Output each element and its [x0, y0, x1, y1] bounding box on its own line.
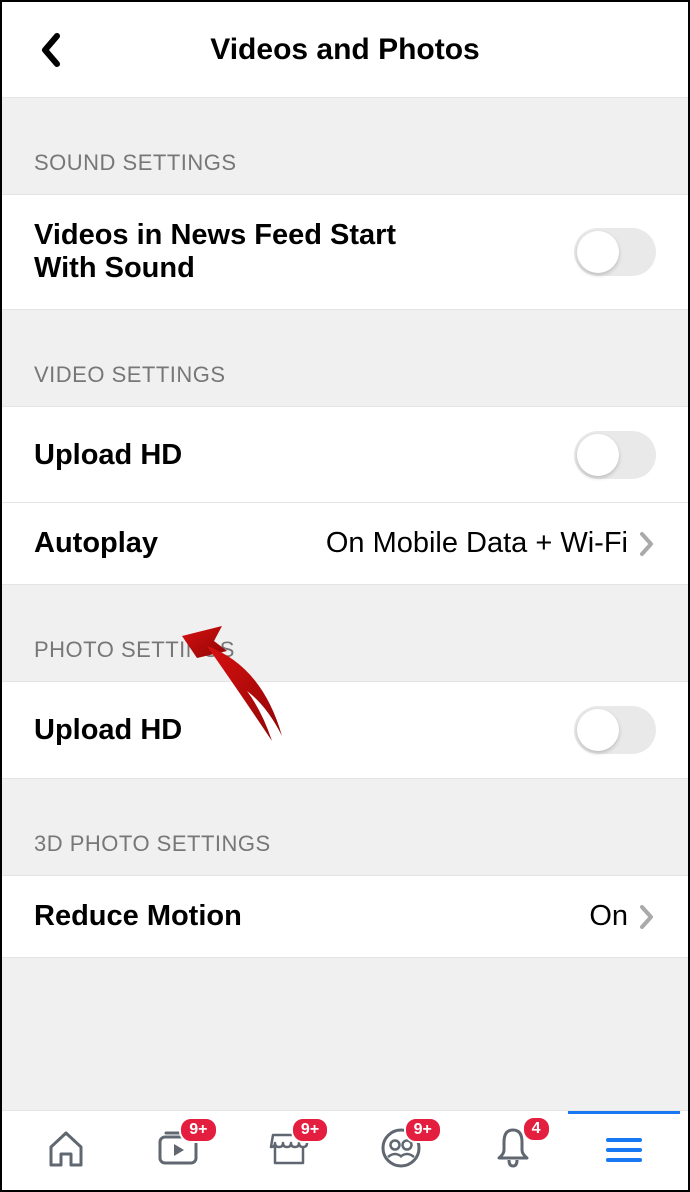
toggle-video-upload-hd[interactable] [574, 431, 656, 479]
row-video-upload-hd[interactable]: Upload HD [2, 406, 688, 503]
toggle-videos-sound[interactable] [574, 228, 656, 276]
badge-marketplace: 9+ [291, 1117, 329, 1143]
toggle-knob [577, 709, 619, 751]
chevron-right-icon [638, 530, 656, 558]
header: Videos and Photos [2, 2, 688, 98]
row-value-reduce-motion: On [589, 900, 628, 933]
badge-groups: 9+ [404, 1117, 442, 1143]
toggle-photo-upload-hd[interactable] [574, 706, 656, 754]
menu-icon [604, 1134, 644, 1166]
row-label: Upload HD [34, 439, 182, 472]
row-label: Reduce Motion [34, 900, 242, 933]
toggle-knob [577, 231, 619, 273]
tab-home[interactable] [10, 1111, 122, 1190]
tab-bar: 9+ 9+ 9+ 4 [2, 1110, 688, 1190]
section-header-video: VIDEO SETTINGS [2, 310, 688, 406]
row-videos-start-with-sound[interactable]: Videos in News Feed Start With Sound [2, 194, 688, 310]
row-value-autoplay: On Mobile Data + Wi-Fi [326, 527, 628, 560]
chevron-left-icon [39, 32, 61, 68]
tab-menu[interactable] [568, 1111, 680, 1190]
page-title: Videos and Photos [2, 33, 688, 67]
back-button[interactable] [30, 30, 70, 70]
row-label: Autoplay [34, 527, 158, 560]
tab-watch[interactable]: 9+ [122, 1111, 234, 1190]
row-reduce-motion[interactable]: Reduce Motion On [2, 875, 688, 958]
row-autoplay[interactable]: Autoplay On Mobile Data + Wi-Fi [2, 502, 688, 585]
tab-notifications[interactable]: 4 [457, 1111, 569, 1190]
row-label: Videos in News Feed Start With Sound [34, 219, 454, 285]
home-icon [45, 1127, 87, 1169]
tab-groups[interactable]: 9+ [345, 1111, 457, 1190]
section-header-3d-photo: 3D PHOTO SETTINGS [2, 779, 688, 875]
tab-marketplace[interactable]: 9+ [233, 1111, 345, 1190]
badge-watch: 9+ [179, 1117, 217, 1143]
toggle-knob [577, 434, 619, 476]
badge-notifications: 4 [522, 1116, 551, 1142]
chevron-right-icon [638, 903, 656, 931]
row-photo-upload-hd[interactable]: Upload HD [2, 681, 688, 779]
row-label: Upload HD [34, 714, 182, 747]
settings-content: SOUND SETTINGS Videos in News Feed Start… [2, 98, 688, 1110]
section-header-sound: SOUND SETTINGS [2, 98, 688, 194]
section-header-photo: PHOTO SETTINGS [2, 585, 688, 681]
